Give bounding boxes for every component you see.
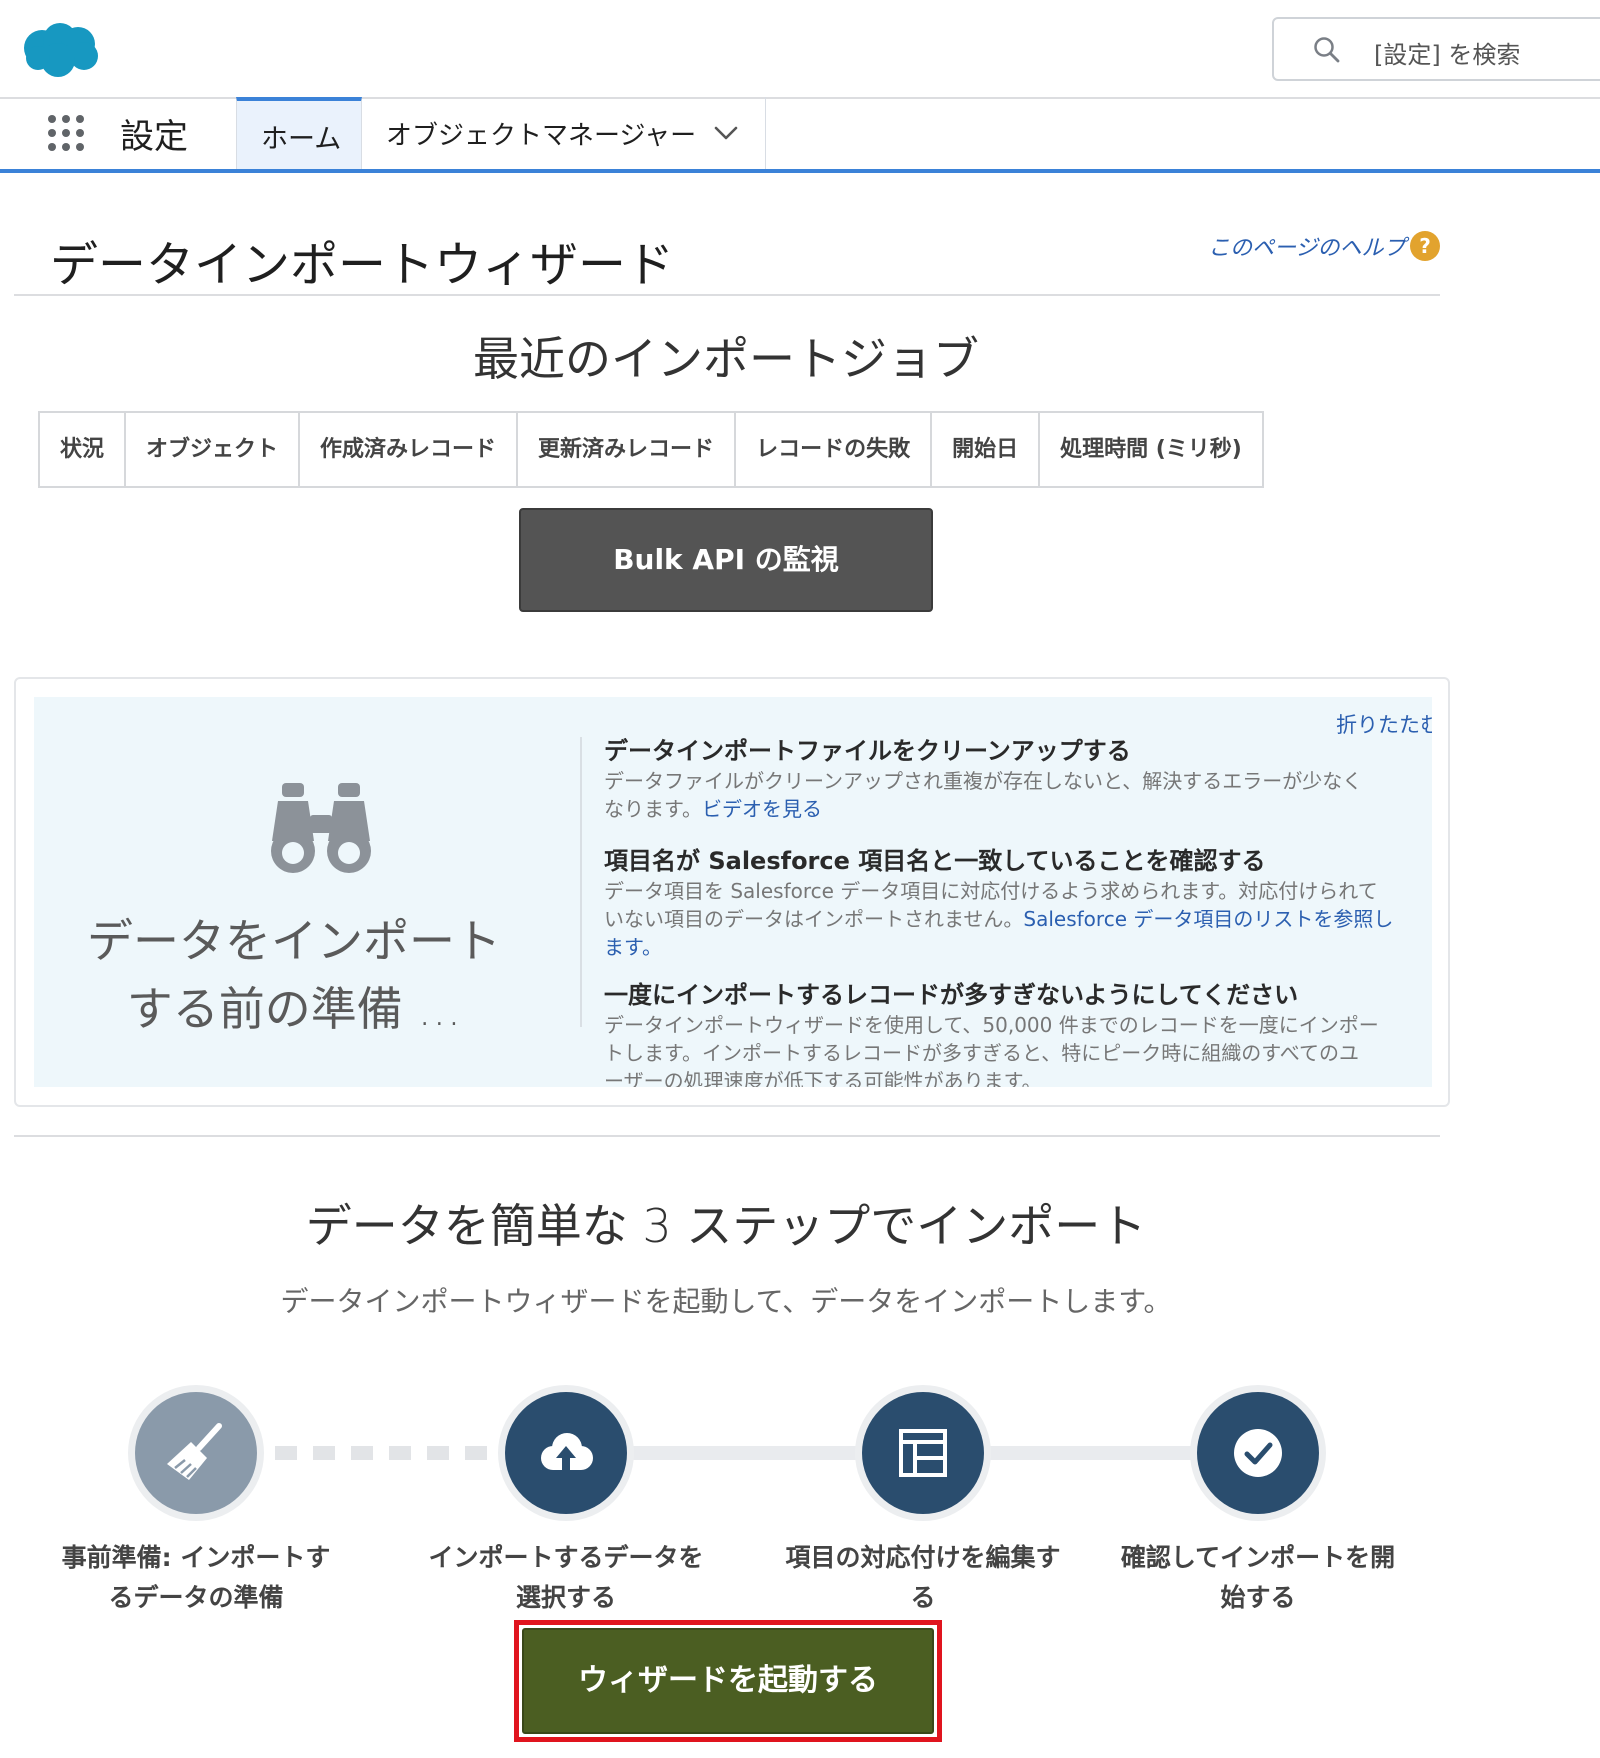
step-1-circle [135,1392,257,1514]
tip-text: データ項目を Salesforce データ項目に対応付けるよう求められます。対応… [604,879,1378,903]
salesforce-logo-icon[interactable] [20,20,100,78]
launch-wizard-button[interactable]: ウィザードを起動する [522,1628,934,1734]
tip-text: ーザーの処理速度が低下する可能性があります。 [604,1069,1042,1087]
step-label-line: るデータの準備 [108,1583,284,1612]
step-1-label: 事前準備: インポートす るデータの準備 [36,1538,356,1618]
setup-search-input[interactable]: [設定] を検索 [1272,17,1600,81]
column-header[interactable]: 更新済みレコード [518,413,737,486]
broom-icon [167,1423,222,1480]
tip-text: トします。インポートするレコードが多すぎると、特にピーク時に組織のすべてのユ [604,1041,1359,1065]
step-4-label: 確認してインポートを開 始する [1098,1538,1418,1618]
tip-title: 項目名が Salesforce 項目名と一致していることを確認する [604,847,1266,875]
recent-jobs-title: 最近のインポートジョブ [473,332,979,386]
tip-title: 一度にインポートするレコードが多すぎないようにしてください [604,981,1299,1009]
tip-body: データファイルがクリーンアップされ重複が存在しないと、解決するエラーが少なく な… [604,767,1424,823]
bulk-api-monitor-button[interactable]: Bulk API の監視 [519,508,933,612]
tab-object-manager[interactable]: オブジェクトマネージャー [362,97,766,169]
check-icon [1234,1429,1282,1477]
help-icon[interactable]: ? [1410,231,1440,261]
search-placeholder: [設定] を検索 [1374,41,1521,69]
field-list-link[interactable]: Salesforce データ項目のリストを参照し [1023,907,1393,931]
tip-text: データインポートウィザードを使用して、50,000 件までのレコードを一度にイン… [604,1013,1379,1037]
tip-text: データファイルがクリーンアップされ重複が存在しないと、解決するエラーが少なく [604,769,1363,793]
step-label-line: 項目の対応付けを編集す [785,1543,1061,1572]
vertical-divider [580,737,582,1027]
layout-icon [899,1429,947,1477]
steps-title: データを簡単な 3 ステップでインポート [305,1199,1147,1253]
page-title: データインポートウィザード [50,237,675,293]
step-label-line: 選択する [515,1583,616,1612]
tab-home-label: ホーム [261,124,342,155]
tip-title: データインポートファイルをクリーンアップする [604,737,1131,765]
step-track [985,1446,1205,1460]
search-icon [1314,37,1340,63]
column-header[interactable]: 開始日 [932,413,1041,486]
step-label-line: る [910,1583,936,1612]
step-label-line: 事前準備: インポートす [61,1543,331,1572]
watch-video-link[interactable]: ビデオを見る [702,797,822,821]
step-label-line: 確認してインポートを開 [1120,1543,1396,1572]
step-track [620,1446,870,1460]
tab-home[interactable]: ホーム [236,97,362,169]
nav-bar: 設定 ホーム オブジェクトマネージャー [0,97,1600,173]
cloud-upload-icon [541,1433,593,1470]
collapse-link[interactable]: 折りたたむ [1336,709,1432,739]
prep-card: データをインポート する前の準備 ... 折りたたむ データインポートファイルを… [14,677,1450,1107]
prep-heading-line: データをインポート [87,914,501,968]
field-list-link[interactable]: ます。 [604,935,662,959]
step-2-label: インポートするデータを 選択する [406,1538,726,1618]
prep-heading-line: する前の準備 ... [126,982,462,1036]
chevron-down-icon[interactable] [712,121,740,145]
recent-jobs-table: 状況 オブジェクト 作成済みレコード 更新済みレコード レコードの失敗 開始日 … [38,411,1264,488]
tip-body: データ項目を Salesforce データ項目に対応付けるよう求められます。対応… [604,877,1424,961]
column-header[interactable]: 処理時間 (ミリ秒) [1040,413,1262,486]
prep-panel: データをインポート する前の準備 ... 折りたたむ データインポートファイルを… [34,697,1432,1087]
column-header[interactable]: 作成済みレコード [300,413,519,486]
step-label-line: 始する [1220,1583,1296,1612]
column-header[interactable]: 状況 [40,413,127,486]
binoculars-icon [271,783,371,873]
tip-text: いない項目のデータはインポートされません。 [604,907,1024,931]
app-title: 設定 [120,117,188,157]
step-4-circle [1197,1392,1319,1514]
tip-body: データインポートウィザードを使用して、50,000 件までのレコードを一度にイン… [604,1011,1424,1087]
divider [14,1135,1440,1137]
tab-object-manager-label: オブジェクトマネージャー [386,121,697,151]
app-launcher-icon[interactable] [46,113,86,153]
step-label-line: インポートするデータを [428,1543,704,1572]
steps-subtitle: データインポートウィザードを起動して、データをインポートします。 [280,1285,1172,1318]
step-3-label: 項目の対応付けを編集す る [763,1538,1083,1618]
step-2-circle [505,1392,627,1514]
prep-heading: データをインポート する前の準備 ... [74,907,514,1043]
step-track [275,1446,515,1460]
tip-text: なります。 [604,797,702,821]
column-header[interactable]: オブジェクト [126,413,301,486]
step-3-circle [862,1392,984,1514]
help-link[interactable]: このページのヘルプ [1208,230,1406,262]
divider [14,294,1440,296]
column-header[interactable]: レコードの失敗 [736,413,933,486]
